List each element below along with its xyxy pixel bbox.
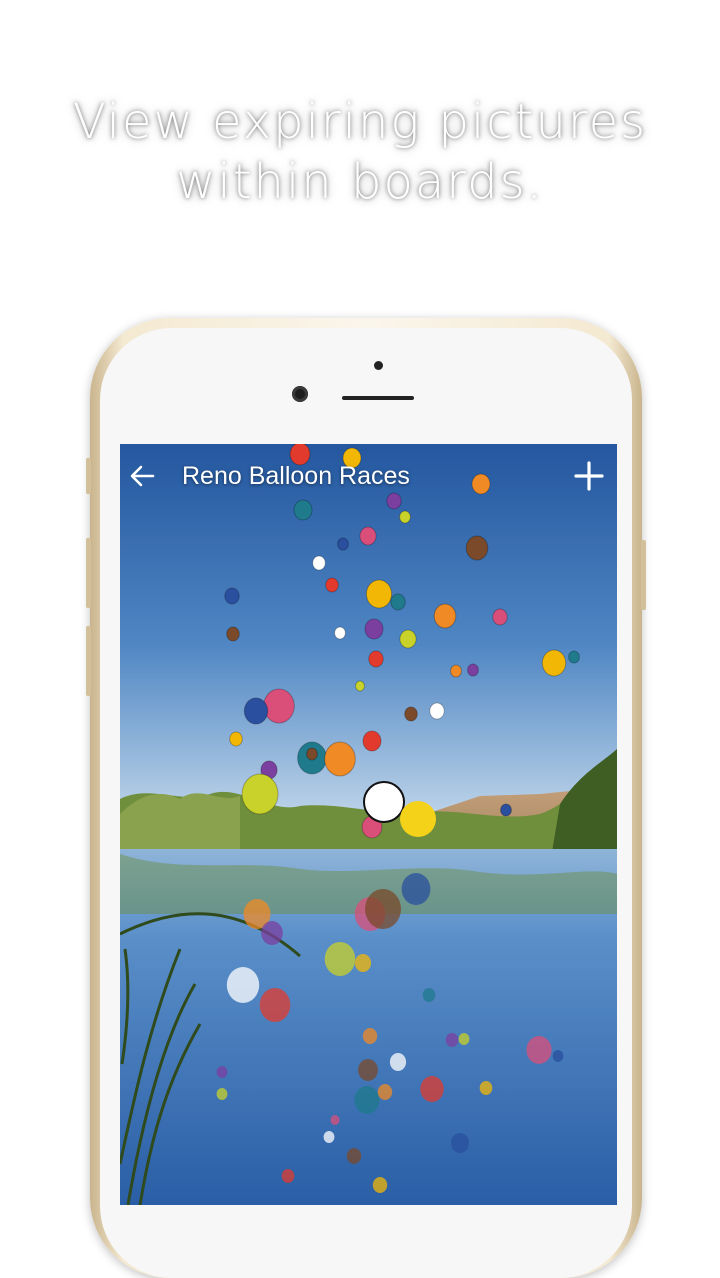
balloon-reflection xyxy=(216,1066,228,1078)
earpiece-speaker xyxy=(342,396,414,400)
balloon xyxy=(404,706,418,722)
proximity-sensor xyxy=(374,361,383,370)
balloon-reflection xyxy=(323,1131,335,1143)
balloon xyxy=(450,664,462,678)
balloon-reflection xyxy=(420,1076,444,1102)
yellow-balloon xyxy=(400,801,436,837)
power-button xyxy=(641,540,646,610)
balloon-reflection xyxy=(389,1053,407,1071)
balloon-reflection xyxy=(458,1033,470,1045)
balloon xyxy=(368,650,384,668)
balloon-reflection xyxy=(259,988,291,1022)
balloon xyxy=(390,593,406,611)
back-button[interactable] xyxy=(120,444,164,508)
balloon-reflection xyxy=(261,921,283,945)
promo-headline-line-2: within boards. xyxy=(176,154,544,210)
balloon xyxy=(324,741,356,777)
balloon xyxy=(355,680,365,692)
balloon-reflection xyxy=(226,967,260,1003)
balloon xyxy=(568,650,580,664)
balloon xyxy=(229,731,243,747)
soccer-ball-balloon xyxy=(363,781,405,823)
balloon-reflection xyxy=(526,1036,552,1064)
balloon xyxy=(399,629,417,649)
balloon-reflection xyxy=(354,954,372,972)
balloon xyxy=(399,510,411,524)
volume-up-button xyxy=(86,538,91,608)
balloon xyxy=(465,535,489,561)
balloon xyxy=(359,526,377,546)
phone-screen: Reno Balloon Races xyxy=(120,444,617,1205)
app-bar: Reno Balloon Races xyxy=(120,444,617,508)
balloon-reflection xyxy=(216,1088,228,1100)
balloon xyxy=(306,747,318,761)
front-camera xyxy=(292,386,308,402)
balloon xyxy=(362,730,382,752)
arrow-left-icon xyxy=(130,465,155,487)
balloon xyxy=(224,587,240,605)
balloon xyxy=(541,649,567,677)
balloon-reflection xyxy=(354,1086,380,1114)
balloon xyxy=(325,577,339,593)
balloon xyxy=(492,608,508,626)
balloon-reflection xyxy=(324,942,356,976)
balloon-reflection xyxy=(552,1050,564,1062)
balloon xyxy=(365,579,393,609)
balloon-reflection xyxy=(346,1148,362,1164)
balloon-reflection xyxy=(377,1084,393,1100)
balloon-reflection xyxy=(330,1115,340,1125)
balloon xyxy=(433,603,457,629)
balloon xyxy=(500,803,512,817)
add-picture-button[interactable] xyxy=(569,456,609,496)
balloon-reflection xyxy=(445,1033,459,1047)
balloon xyxy=(241,773,279,815)
balloon xyxy=(334,626,346,640)
promo-headline-line-1: View expiring pictures xyxy=(72,94,648,150)
balloon xyxy=(337,537,349,551)
mute-switch xyxy=(86,458,91,494)
balloon xyxy=(429,702,445,720)
balloon-reflection xyxy=(358,1059,378,1081)
balloon-reflection xyxy=(365,889,401,929)
balloon-reflection xyxy=(362,1028,378,1044)
balloon xyxy=(263,688,295,724)
balloon xyxy=(243,697,269,725)
balloon-reflection xyxy=(479,1081,493,1095)
balloon xyxy=(226,626,240,642)
balloon-reflection xyxy=(422,988,436,1002)
promo-headline: View expiring pictures within boards. xyxy=(0,92,720,212)
balloon-reflection xyxy=(401,873,431,905)
plus-icon xyxy=(574,461,604,491)
balloon-reflection xyxy=(281,1169,295,1183)
volume-down-button xyxy=(86,626,91,696)
balloon xyxy=(312,555,326,571)
balloon xyxy=(364,618,384,640)
balloon-photo[interactable] xyxy=(120,444,617,1205)
board-title: Reno Balloon Races xyxy=(182,461,410,490)
balloon-reflection xyxy=(451,1133,469,1153)
balloon xyxy=(467,663,479,677)
balloon-reflection xyxy=(372,1177,388,1193)
